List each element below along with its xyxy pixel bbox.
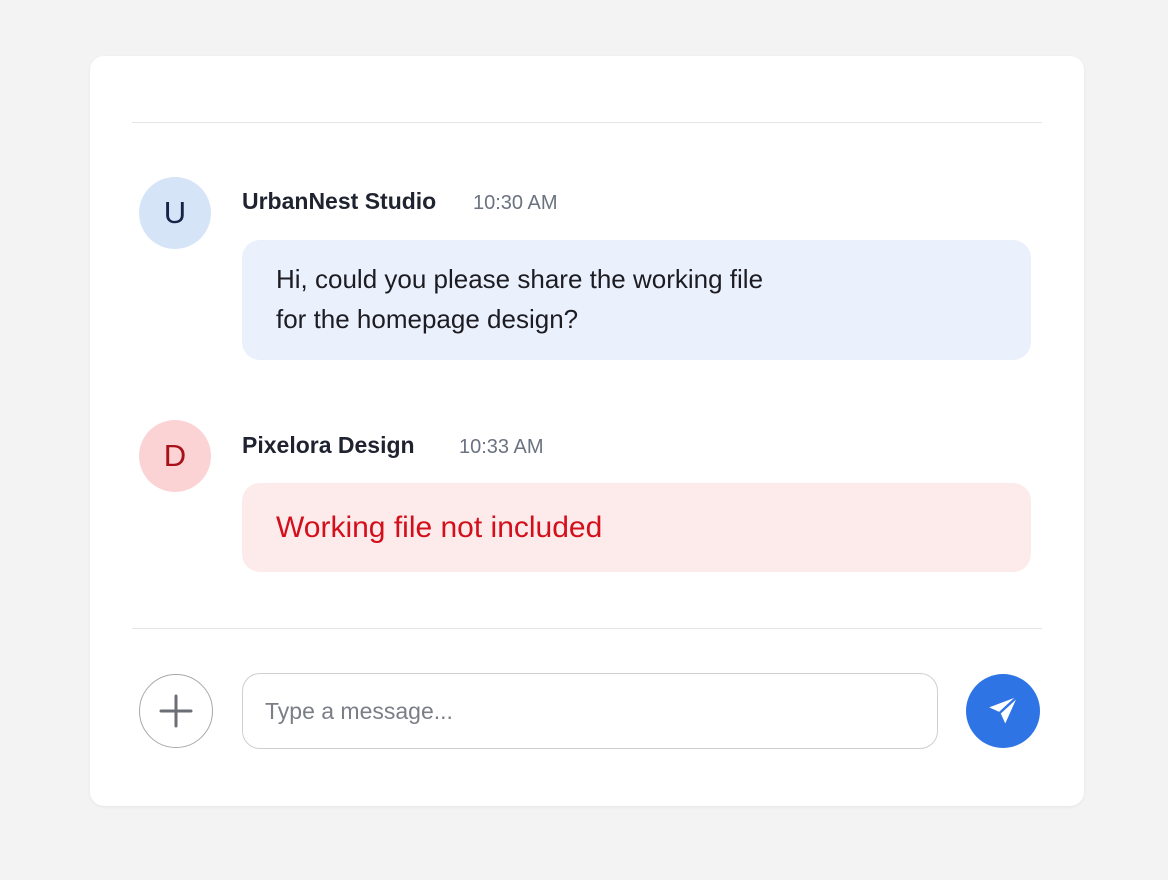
add-attachment-button[interactable]: [139, 674, 213, 748]
message-input[interactable]: [242, 673, 938, 749]
chat-card: U UrbanNest Studio 10:30 AM Hi, could yo…: [90, 56, 1084, 806]
message-timestamp: 10:30 AM: [473, 192, 558, 214]
sender-name: Pixelora Design: [242, 432, 415, 458]
header-divider: [132, 122, 1042, 123]
error-message-text: Working file not included: [276, 511, 603, 544]
avatar-initial: U: [163, 195, 187, 230]
plus-icon: [159, 694, 193, 728]
avatar: U: [139, 177, 211, 249]
sender-name: UrbanNest Studio: [242, 188, 437, 214]
send-button[interactable]: [966, 674, 1040, 748]
message-text: Hi, could you please share the working f…: [276, 264, 764, 334]
message-bubble: Hi, could you please share the working f…: [242, 240, 1031, 360]
message-timestamp: 10:33 AM: [459, 436, 544, 458]
composer-divider: [132, 628, 1042, 629]
paper-plane-icon: [989, 695, 1019, 724]
error-message-bubble: Working file not included: [242, 483, 1031, 572]
avatar: D: [139, 420, 211, 492]
avatar-initial: D: [163, 438, 187, 473]
